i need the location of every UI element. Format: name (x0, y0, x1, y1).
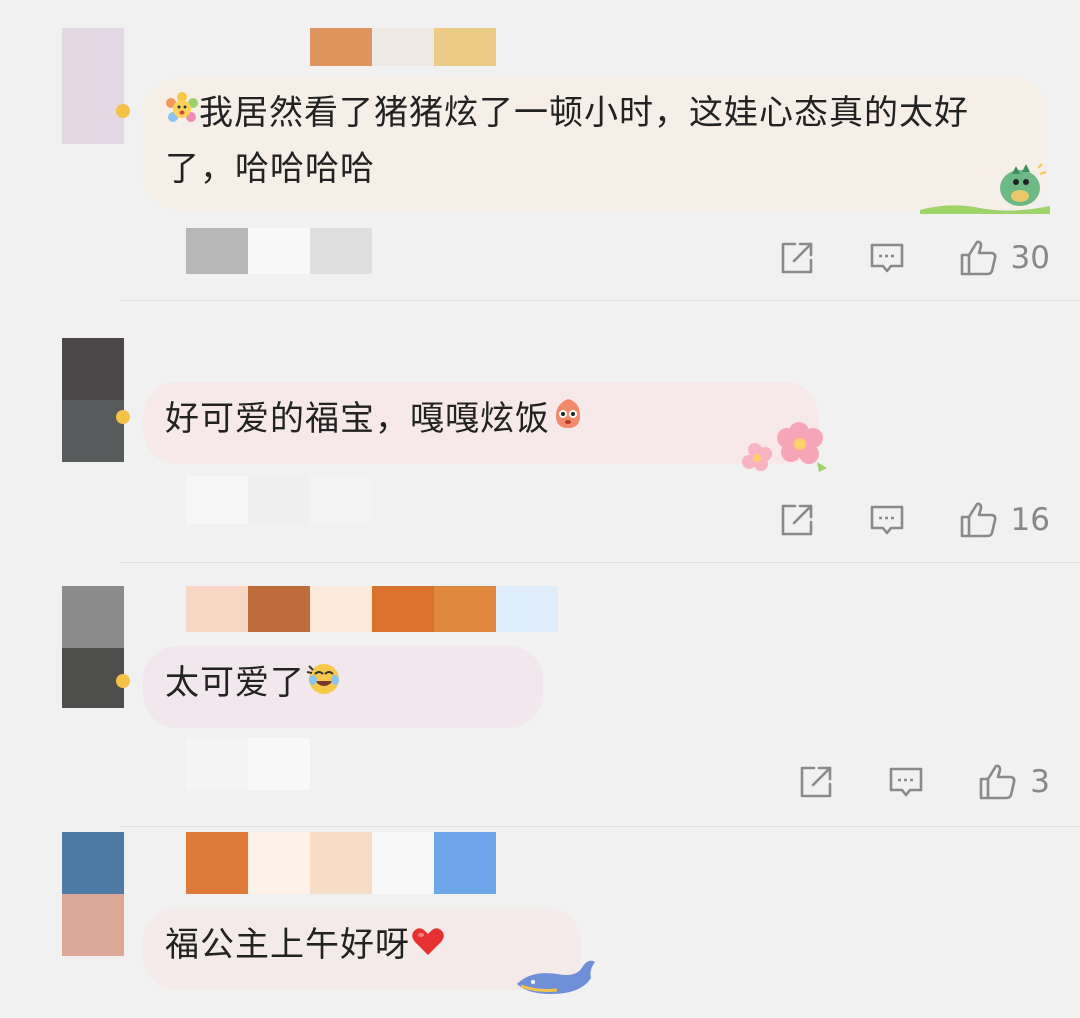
comment-actions: 30 (725, 234, 1050, 282)
like-count: 3 (1030, 764, 1050, 800)
comment-bubble: 福公主上午好呀 (143, 908, 595, 994)
flower-face-emoji (165, 88, 199, 142)
blue-whale-sticker (511, 950, 601, 1002)
thumbs-up-icon (979, 764, 1016, 800)
comment-bubble: 我居然看了猪猪炫了一顿小时，这娃心态真的太好了，哈哈哈哈 (143, 78, 1050, 214)
comment-text: 福公主上午好呀 (165, 925, 410, 965)
reply-icon (870, 505, 903, 535)
share-button[interactable] (798, 764, 834, 800)
comment-item: 我居然看了猪猪炫了一顿小时，这娃心态真的太好了，哈哈哈哈 30 (0, 0, 1080, 301)
comment-item: 太可爱了 3 (0, 562, 1080, 827)
pink-flowers-sticker (737, 412, 837, 476)
comment-item: 福公主上午好呀 (0, 826, 1080, 1018)
like-count: 30 (1010, 240, 1050, 276)
reply-button[interactable] (888, 764, 924, 800)
reply-icon (870, 243, 903, 273)
reply-button[interactable] (869, 240, 905, 276)
share-icon (800, 766, 832, 798)
like-button[interactable]: 16 (959, 501, 1050, 539)
comment-text: 我居然看了猪猪炫了一顿小时，这娃心态真的太好了，哈哈哈哈 (165, 93, 969, 189)
share-button[interactable] (779, 240, 815, 276)
laughing-face-emoji (305, 658, 343, 712)
reply-button[interactable] (869, 502, 905, 538)
thumbs-up-icon (960, 502, 997, 538)
share-button[interactable] (779, 502, 815, 538)
like-button[interactable]: 30 (959, 239, 1050, 277)
like-button[interactable]: 3 (978, 763, 1050, 801)
comment-actions: 3 (744, 758, 1050, 806)
comment-bubble: 太可爱了 (143, 646, 543, 728)
comment-bubble: 好可爱的福宝，嘎嘎炫饭 (143, 382, 827, 472)
comment-item: 好可爱的福宝，嘎嘎炫饭 16 (0, 300, 1080, 563)
thumbs-up-icon (960, 240, 997, 276)
comment-text: 好可爱的福宝，嘎嘎炫饭 (165, 399, 550, 439)
avatar-badge (116, 410, 130, 424)
share-icon (781, 242, 812, 274)
green-dinosaur-sticker (920, 154, 1050, 214)
avatar-badge (116, 674, 130, 688)
comment-actions: 16 (725, 496, 1050, 544)
avatar-badge (116, 104, 130, 118)
like-count: 16 (1010, 502, 1050, 538)
share-icon (781, 504, 812, 536)
reply-icon (889, 767, 923, 797)
red-heart-emoji (410, 920, 446, 974)
pink-creature-emoji (550, 394, 586, 448)
comment-text: 太可爱了 (165, 663, 305, 703)
